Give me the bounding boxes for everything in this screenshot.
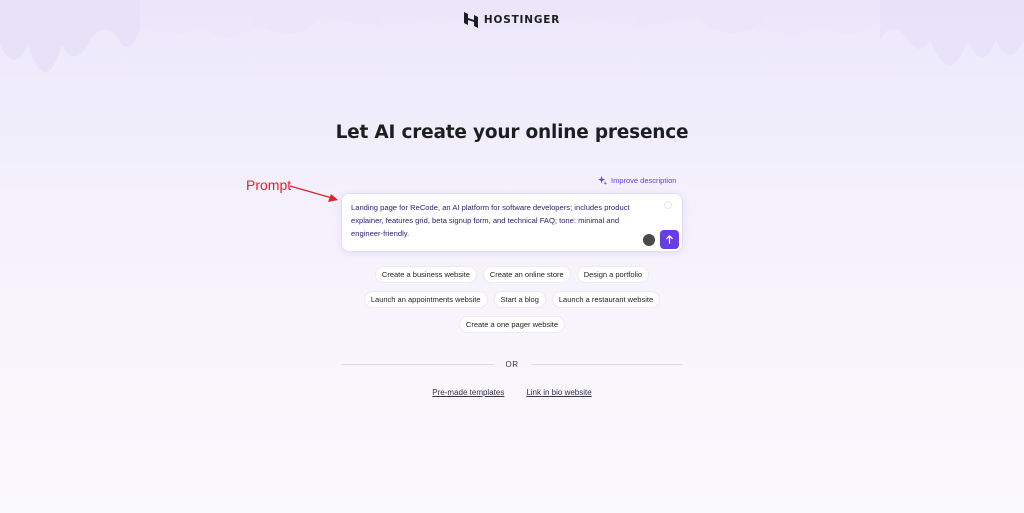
improve-description-button[interactable]: Improve description (598, 176, 676, 185)
clear-icon[interactable] (664, 201, 672, 209)
divider-line-right (530, 363, 683, 365)
chip-launch-appointments-website[interactable]: Launch an appointments website (363, 291, 488, 308)
chip-create-online-store[interactable]: Create an online store (482, 266, 571, 283)
divider-text: OR (505, 359, 519, 369)
grammarly-icon[interactable] (643, 234, 655, 246)
or-divider: OR (341, 358, 683, 370)
suggestion-row-3: Create a one pager website (0, 316, 1024, 333)
sparkle-icon (598, 176, 607, 185)
hostinger-logo-icon (463, 12, 478, 28)
alternative-links: Pre-made templates Link in bio website (0, 388, 1024, 397)
brand[interactable]: HOSTINGER (0, 12, 1024, 28)
suggestion-row-2: Launch an appointments website Start a b… (0, 291, 1024, 308)
send-button[interactable] (660, 230, 679, 249)
page-title: Let AI create your online presence (335, 122, 689, 143)
chip-launch-restaurant-website[interactable]: Launch a restaurant website (551, 291, 661, 308)
suggestion-chips: Create a business website Create an onli… (0, 266, 1024, 341)
chip-design-portfolio[interactable]: Design a portfolio (576, 266, 650, 283)
prompt-input[interactable]: Landing page for ReCode, an AI platform … (351, 201, 647, 241)
brand-name: HOSTINGER (483, 14, 561, 26)
chip-create-one-pager-website[interactable]: Create a one pager website (458, 316, 566, 333)
divider-line-left (341, 363, 494, 365)
annotation-label: Prompt (246, 177, 292, 193)
premade-templates-link[interactable]: Pre-made templates (432, 388, 504, 397)
prompt-container: Landing page for ReCode, an AI platform … (341, 193, 683, 252)
chip-start-blog[interactable]: Start a blog (493, 291, 546, 308)
chip-create-business-website[interactable]: Create a business website (374, 266, 477, 283)
link-in-bio-link[interactable]: Link in bio website (526, 388, 591, 397)
annotation-arrow-icon (289, 185, 338, 202)
arrow-up-icon (666, 235, 673, 244)
improve-description-label: Improve description (611, 176, 677, 185)
suggestion-row-1: Create a business website Create an onli… (0, 266, 1024, 283)
